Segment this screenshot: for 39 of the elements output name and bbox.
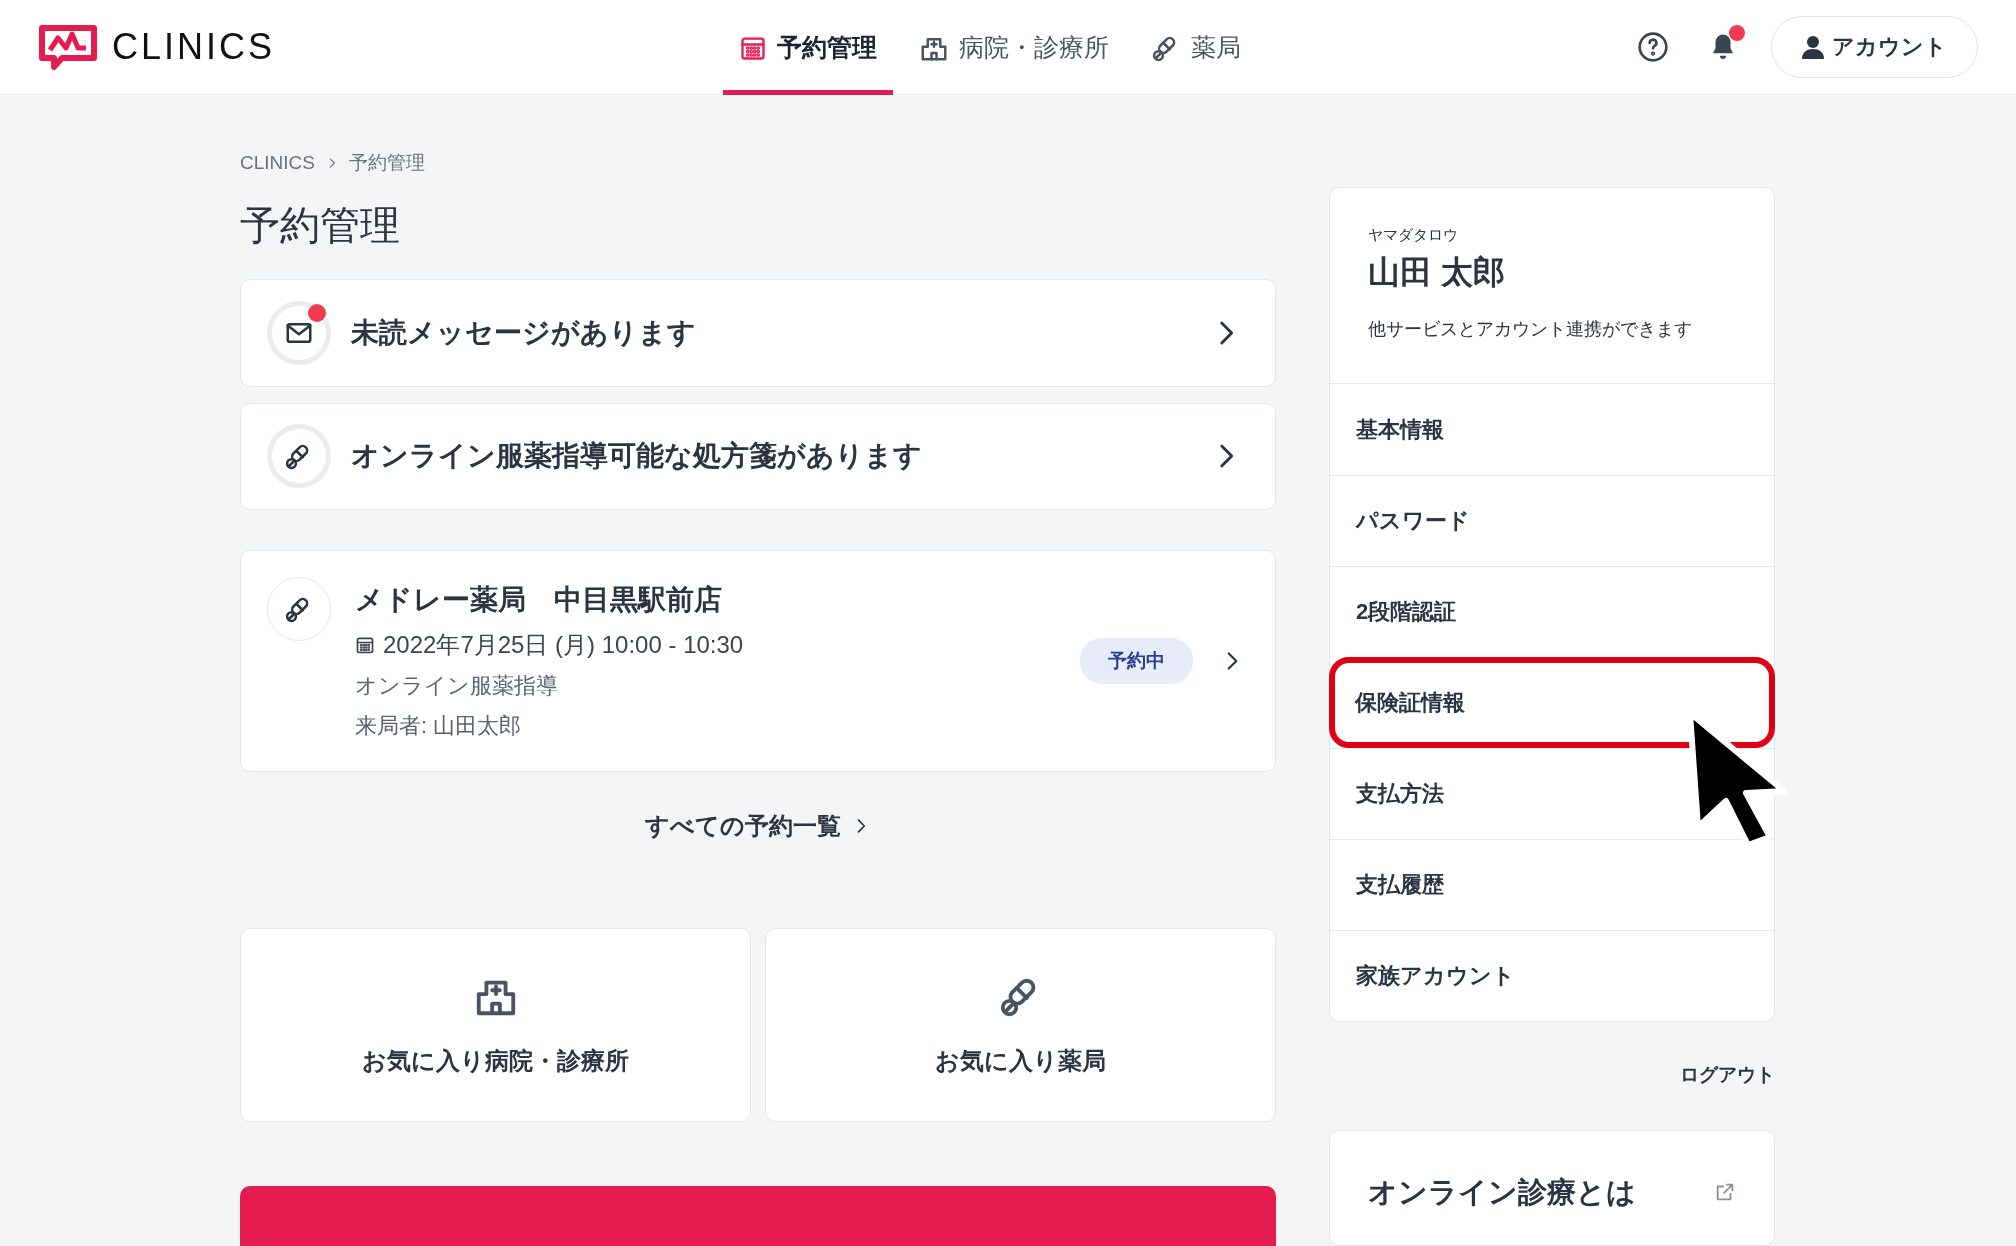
visitor-name: 来局者: 山田太郎	[355, 712, 523, 740]
favorite-label: お気に入り薬局	[935, 1046, 1106, 1076]
status-badge: 予約中	[1080, 638, 1193, 684]
info-title: オンライン診療とは	[1368, 1175, 1636, 1210]
notice-text: オンライン服薬指導可能な処方箋があります	[351, 439, 923, 474]
appointment-type: オンライン服薬指導	[355, 672, 559, 700]
nav-tab[interactable]: 病院・診療所	[903, 0, 1125, 95]
highlighted-menu-item[interactable]: 保険証情報	[1329, 657, 1775, 748]
notice-text: 未読メッセージがあります	[351, 315, 697, 350]
appointment-card[interactable]: メドレー薬局 中目黒駅前店 2022年7月25日 (月) 10:00 - 10:30 オンライン服薬指導 来局者: 山田太郎 予約中	[240, 550, 1276, 772]
favorite-label: お気に入り病院・診療所	[362, 1046, 629, 1076]
favorite-card[interactable]: お気に入り薬局	[765, 928, 1276, 1122]
breadcrumb-current: 予約管理	[348, 151, 425, 175]
nav-tab[interactable]: 薬局	[1135, 0, 1257, 95]
help-icon	[1637, 31, 1669, 63]
menu-item[interactable]: 家族アカウント	[1330, 930, 1774, 1021]
menu-item[interactable]: 2段階認証	[1330, 566, 1774, 657]
all-appointments-link[interactable]: すべての予約一覧	[645, 810, 871, 842]
link-note: 他サービスとアカウント連携ができます	[1368, 318, 1693, 341]
menu-item[interactable]: パスワード	[1330, 475, 1774, 566]
info-card[interactable]: オンライン診療とは	[1329, 1130, 1775, 1246]
external-link-icon	[1714, 1181, 1736, 1203]
notice-card[interactable]: オンライン服薬指導可能な処方箋があります	[240, 402, 1276, 510]
pharmacy-name: メドレー薬局 中目黒駅前店	[355, 583, 723, 617]
account-button[interactable]: アカウント	[1771, 16, 1978, 78]
user-name: 山田 太郎	[1368, 253, 1506, 292]
calendar-icon	[355, 635, 375, 655]
page-title: 予約管理	[240, 202, 401, 249]
notice-card[interactable]: 未読メッセージがあります	[240, 279, 1276, 387]
appointment-date: 2022年7月25日 (月) 10:00 - 10:30	[383, 630, 744, 660]
user-icon	[1802, 35, 1824, 59]
breadcrumb-link[interactable]: CLINICS	[240, 152, 315, 174]
logo-text: CLINICS	[112, 26, 276, 68]
nav-tab[interactable]: 予約管理	[723, 0, 893, 95]
logout-link[interactable]: ログアウト	[1680, 1062, 1775, 1088]
logo-icon	[38, 24, 98, 70]
menu-item[interactable]: 基本情報	[1330, 384, 1774, 475]
favorite-card[interactable]: お気に入り病院・診療所	[240, 928, 751, 1122]
name-kana: ヤマダタロウ	[1368, 226, 1459, 245]
